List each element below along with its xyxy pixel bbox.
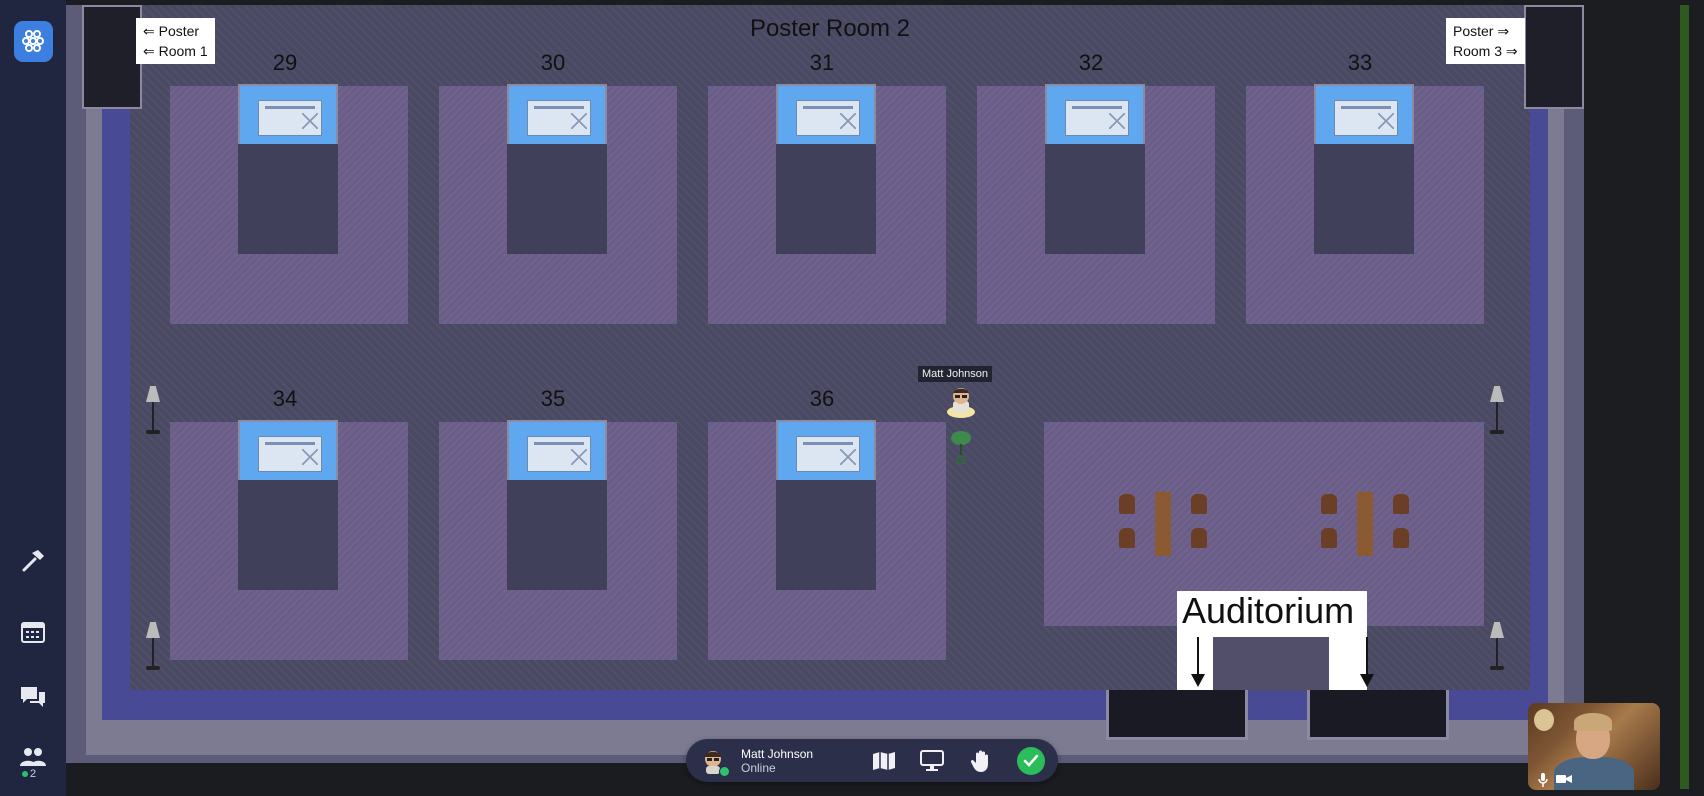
auditorium-label: Auditorium xyxy=(1182,590,1355,631)
booth-viewing-area xyxy=(507,476,607,590)
poster-sheet xyxy=(258,100,322,136)
auditorium-door[interactable] xyxy=(1106,690,1248,740)
toolbar-user-name[interactable]: Matt Johnson xyxy=(741,747,813,761)
poster-board-30[interactable] xyxy=(507,84,607,144)
room-title: Poster Room 2 xyxy=(749,15,911,42)
hammer-icon xyxy=(22,550,44,572)
online-dot xyxy=(22,771,28,778)
lounge-table[interactable] xyxy=(1115,492,1211,558)
participants-count: 2 xyxy=(22,768,36,780)
avatar-name-label: Matt Johnson xyxy=(918,366,993,382)
booth-viewing-area xyxy=(238,140,338,254)
sign-left-line2: ⇐ Room 1 xyxy=(143,43,208,59)
door-to-room-1[interactable] xyxy=(82,5,142,109)
booth-number: 31 xyxy=(809,50,835,75)
booth-number: 30 xyxy=(540,50,566,75)
status-available-button[interactable] xyxy=(1017,747,1045,775)
self-video-tile[interactable] xyxy=(1528,703,1660,790)
calendar-button[interactable] xyxy=(18,617,48,647)
poster-board-32[interactable] xyxy=(1045,84,1145,144)
poster-sheet xyxy=(796,100,860,136)
minimap-button[interactable] xyxy=(870,747,898,775)
booth-number: 32 xyxy=(1078,50,1104,75)
poster-board-33[interactable] xyxy=(1314,84,1414,144)
people-icon xyxy=(20,748,46,766)
grapes-icon xyxy=(21,29,44,52)
poster-board-35[interactable] xyxy=(507,420,607,480)
booth-number: 33 xyxy=(1347,50,1373,75)
poster-board-36[interactable] xyxy=(776,420,876,480)
booth-viewing-area xyxy=(776,140,876,254)
sign-right-line1: Poster ⇒ xyxy=(1453,23,1510,39)
poster-board-34[interactable] xyxy=(238,420,338,480)
participants-count-value: 2 xyxy=(30,768,37,780)
poster-sheet xyxy=(1065,100,1129,136)
chat-button[interactable] xyxy=(18,682,48,712)
online-status-dot xyxy=(719,766,730,777)
auditorium-door[interactable] xyxy=(1307,690,1449,740)
check-icon xyxy=(1023,754,1039,767)
microphone-icon[interactable] xyxy=(1538,773,1548,787)
build-tool-button[interactable] xyxy=(18,546,48,576)
arrow-down-icon xyxy=(1360,637,1374,687)
sign-right-line2: Room 3 ⇒ xyxy=(1453,43,1518,59)
floor-lamp xyxy=(143,386,163,436)
poster-sheet xyxy=(1334,100,1398,136)
poster-sheet xyxy=(796,436,860,472)
poster-sheet xyxy=(527,436,591,472)
arrow-down-icon xyxy=(1191,637,1205,687)
monitor-icon xyxy=(920,750,944,771)
booth-viewing-area xyxy=(507,140,607,254)
bottom-toolbar: Matt Johnson Online xyxy=(686,739,1058,782)
booth-number: 36 xyxy=(809,386,835,411)
poster-sheet xyxy=(258,436,322,472)
calendar-icon xyxy=(21,622,45,643)
booth-viewing-area xyxy=(776,476,876,590)
toolbar-user-status[interactable]: Online xyxy=(741,761,776,775)
poster-board-31[interactable] xyxy=(776,84,876,144)
booth-number: 34 xyxy=(272,386,298,411)
sign-to-poster-room-1: ⇐ Poster ⇐ Room 1 xyxy=(136,18,215,64)
camera-icon[interactable] xyxy=(1556,773,1572,785)
app-logo-button[interactable] xyxy=(14,21,53,62)
booth-number: 29 xyxy=(272,50,298,75)
raise-hand-button[interactable] xyxy=(967,747,995,775)
sign-left-line1: ⇐ Poster xyxy=(143,23,200,39)
floor-lamp xyxy=(1487,386,1507,436)
floor-lamp xyxy=(1487,622,1507,672)
player-avatar[interactable] xyxy=(944,385,978,419)
sign-to-poster-room-3: Poster ⇒ Room 3 ⇒ xyxy=(1446,18,1525,64)
lounge-table[interactable] xyxy=(1317,492,1413,558)
poster-board-29[interactable] xyxy=(238,84,338,144)
booth-number: 35 xyxy=(540,386,566,411)
potted-plant xyxy=(951,431,971,465)
floor-lamp xyxy=(143,622,163,672)
window-edge xyxy=(1680,5,1689,789)
poster-sheet xyxy=(527,100,591,136)
chat-bubbles-icon xyxy=(21,687,45,707)
map-icon xyxy=(873,752,895,770)
sidebar: 2 xyxy=(0,0,66,796)
booth-viewing-area xyxy=(238,476,338,590)
screen-share-button[interactable] xyxy=(918,747,946,775)
door-to-room-3[interactable] xyxy=(1524,5,1584,109)
booth-viewing-area xyxy=(1045,140,1145,254)
hand-icon xyxy=(970,750,988,772)
booth-viewing-area xyxy=(1314,140,1414,254)
